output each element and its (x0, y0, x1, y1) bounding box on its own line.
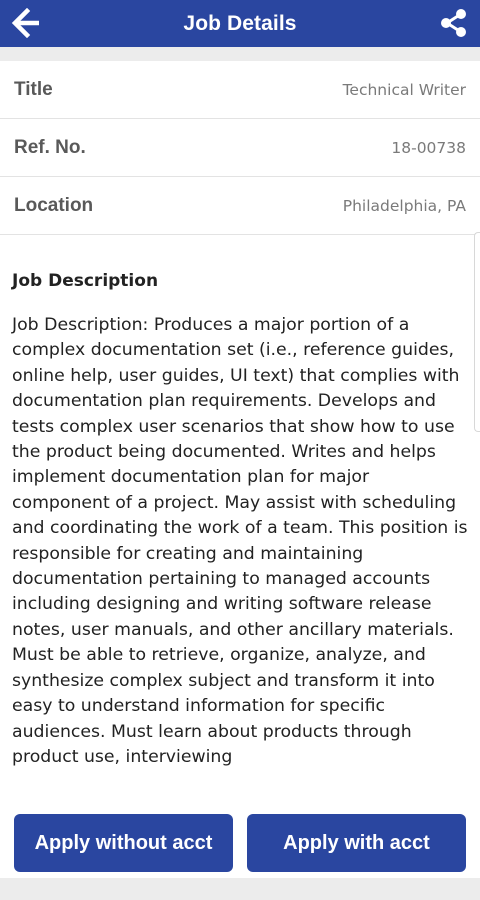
app-bar: Job Details (0, 0, 480, 47)
field-value: 18-00738 (391, 138, 466, 157)
share-icon (441, 9, 466, 37)
arrow-left-icon (11, 8, 39, 38)
share-button[interactable] (434, 4, 474, 42)
job-description-section: Job Description Job Description: Produce… (0, 271, 480, 770)
field-row-title: Title Technical Writer (0, 61, 480, 119)
field-label: Location (14, 194, 94, 216)
field-value: Philadelphia, PA (342, 196, 466, 215)
field-value: Technical Writer (342, 80, 466, 99)
apply-with-account-button[interactable]: Apply with acct (247, 814, 466, 872)
job-details-card: Title Technical Writer Ref. No. 18-00738… (0, 61, 480, 800)
job-description-body: Job Description: Produces a major portio… (12, 315, 468, 767)
top-spacer (0, 47, 480, 61)
apply-without-account-button[interactable]: Apply without acct (14, 814, 233, 872)
field-label: Title (14, 78, 53, 100)
field-row-location: Location Philadelphia, PA (0, 177, 480, 235)
field-label: Ref. No. (14, 136, 86, 158)
bottom-spacer (0, 878, 480, 900)
back-button[interactable] (6, 4, 46, 42)
action-bar: Apply without acct Apply with acct (0, 800, 480, 878)
job-description-heading: Job Description (12, 271, 159, 291)
field-row-ref-no: Ref. No. 18-00738 (0, 119, 480, 177)
scroll-indicator[interactable] (474, 232, 480, 432)
page-title: Job Details (183, 11, 297, 35)
